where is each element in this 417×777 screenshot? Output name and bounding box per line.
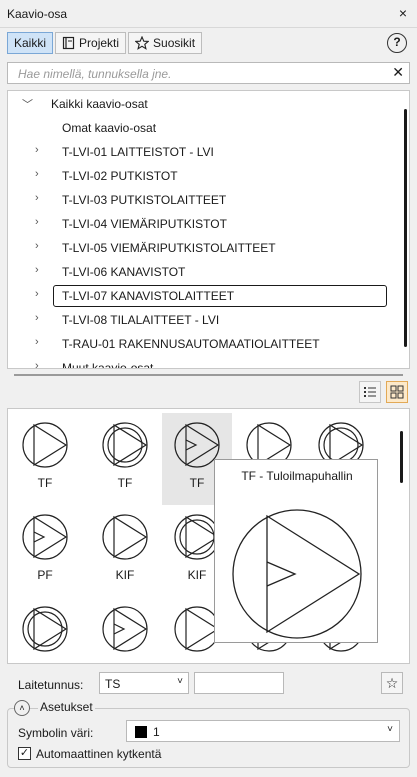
tree-item-label: Muut kaavio-osat — [62, 361, 154, 369]
symbol-tile[interactable]: TF — [10, 413, 80, 505]
fan-symbol-icon — [102, 422, 148, 468]
tree-item-label: Kaikki kaavio-osat — [51, 97, 148, 111]
add-favorite-button[interactable]: ☆ — [381, 672, 403, 694]
tree-item[interactable]: › T-LVI-02 PUTKISTOT — [8, 165, 388, 187]
tree-item-label: T-LVI-08 TILALAITTEET - LVI — [62, 313, 220, 327]
grid-view-icon — [390, 385, 404, 399]
tree-item-label: T-LVI-03 PUTKISTOLAITTEET — [62, 193, 227, 207]
list-view-button[interactable] — [359, 381, 381, 403]
tree-item-label: T-RAU-01 RAKENNUSAUTOMAATIOLAITTEET — [62, 337, 320, 351]
star-icon: ☆ — [385, 675, 399, 691]
tree-item-selected[interactable]: › T-LVI-07 KANAVISTOLAITTEET — [8, 285, 388, 307]
tab-projekti[interactable]: Projekti — [55, 32, 127, 54]
chevron-right-icon[interactable]: › — [35, 264, 45, 276]
grid-view-button[interactable] — [386, 381, 408, 403]
star-icon — [135, 36, 150, 50]
tree-item[interactable]: › T-LVI-03 PUTKISTOLAITTEET — [8, 189, 388, 211]
laitetunnus-select[interactable]: TS ˅ — [99, 672, 189, 694]
fan-symbol-icon — [22, 514, 68, 560]
settings-title: Asetukset — [38, 700, 95, 714]
tab-label: Suosikit — [153, 36, 196, 50]
help-icon[interactable]: ? — [387, 33, 407, 53]
chevron-right-icon[interactable]: › — [35, 192, 45, 204]
tree-item[interactable]: › T-LVI-08 TILALAITTEET - LVI — [8, 309, 388, 331]
category-tree[interactable]: ﹀ Kaikki kaavio-osat Omat kaavio-osat › … — [7, 90, 410, 369]
search-placeholder: Hae nimellä, tunnuksella jne. — [18, 67, 172, 81]
tree-item-own[interactable]: Omat kaavio-osat — [8, 117, 388, 139]
window-title: Kaavio-osa — [7, 7, 68, 21]
chevron-right-icon[interactable]: › — [35, 360, 45, 368]
tab-kaikki[interactable]: Kaikki — [7, 32, 54, 54]
chevron-right-icon[interactable]: › — [35, 312, 45, 324]
fan-symbol-icon — [22, 606, 68, 652]
tree-item[interactable]: › T-LVI-04 VIEMÄRIPUTKISTOT — [8, 213, 388, 235]
fan-symbol-icon — [102, 514, 148, 560]
list-view-icon — [364, 387, 376, 397]
tree-item-label: T-LVI-05 VIEMÄRIPUTKISTOLAITTEET — [62, 241, 276, 255]
symbol-color-value: 1 — [153, 725, 160, 739]
search-input[interactable]: Hae nimellä, tunnuksella jne. ✕ — [7, 62, 410, 84]
fan-symbol-icon — [102, 606, 148, 652]
tree-item-label: T-LVI-02 PUTKISTOT — [62, 169, 178, 183]
chevron-right-icon[interactable]: › — [35, 216, 45, 228]
symbol-name: TF — [37, 476, 53, 490]
auto-connect-checkbox[interactable]: ✓ — [18, 747, 31, 760]
symbol-color-label: Symbolin väri: — [18, 726, 94, 740]
tree-item[interactable]: › T-LVI-01 LAITTEISTOT - LVI — [8, 141, 388, 163]
tree-item-label: T-LVI-01 LAITTEISTOT - LVI — [62, 145, 214, 159]
tree-scrollbar[interactable] — [404, 109, 407, 347]
chevron-down-icon[interactable]: ﹀ — [22, 96, 33, 112]
tab-label: Projekti — [79, 36, 120, 50]
fan-symbol-preview — [232, 509, 362, 639]
symbol-tile[interactable] — [90, 597, 160, 663]
chevron-right-icon[interactable]: › — [35, 168, 45, 180]
pane-splitter[interactable] — [14, 374, 403, 376]
symbol-name: PF — [37, 568, 53, 582]
collapse-settings-icon[interactable]: ˄ — [14, 700, 30, 716]
chevron-down-icon: ˅ — [177, 676, 183, 687]
chevron-right-icon[interactable]: › — [35, 144, 45, 156]
symbols-scrollbar[interactable] — [400, 431, 403, 483]
tree-item-label: T-LVI-06 KANAVISTOT — [62, 265, 186, 279]
symbol-tile[interactable]: PF — [10, 505, 80, 597]
close-icon[interactable]: × — [399, 5, 407, 21]
chevron-right-icon[interactable]: › — [35, 240, 45, 252]
tree-item[interactable]: › T-LVI-06 KANAVISTOT — [8, 261, 388, 283]
tree-item-all[interactable]: ﹀ Kaikki kaavio-osat — [8, 93, 388, 115]
symbol-name: KIF — [115, 568, 135, 582]
tooltip-title: TF - Tuloilmapuhallin — [241, 469, 353, 483]
laitetunnus-label: Laitetunnus: — [18, 678, 84, 692]
chevron-down-icon: ˅ — [387, 724, 393, 735]
auto-connect-label: Automaattinen kytkentä — [36, 747, 162, 761]
title-bar: Kaavio-osa × — [0, 0, 417, 28]
tree-item-label: T-LVI-04 VIEMÄRIPUTKISTOT — [62, 217, 227, 231]
symbol-name: TF — [117, 476, 133, 490]
symbol-tile[interactable]: KIF — [90, 505, 160, 597]
tree-item-label: Omat kaavio-osat — [62, 121, 157, 135]
symbol-tile[interactable]: TF — [90, 413, 160, 505]
symbol-tile[interactable] — [10, 597, 80, 663]
fan-symbol-icon — [22, 422, 68, 468]
symbol-color-select[interactable]: 1 ˅ — [126, 720, 400, 742]
chevron-right-icon[interactable]: › — [35, 288, 45, 300]
tree-item-label: T-LVI-07 KANAVISTOLAITTEET — [62, 289, 235, 303]
symbol-tooltip: TF - Tuloilmapuhallin — [214, 459, 378, 643]
tree-item[interactable]: › T-LVI-05 VIEMÄRIPUTKISTOLAITTEET — [8, 237, 388, 259]
tab-bar: Kaikki Projekti Suosikit — [7, 32, 204, 54]
laitetunnus-number-input[interactable] — [194, 672, 284, 694]
color-swatch — [135, 726, 147, 738]
chevron-right-icon[interactable]: › — [35, 336, 45, 348]
tree-item[interactable]: › Muut kaavio-osat — [8, 357, 388, 369]
tab-suosikit[interactable]: Suosikit — [128, 32, 203, 54]
book-icon — [62, 36, 75, 50]
tree-item[interactable]: › T-RAU-01 RAKENNUSAUTOMAATIOLAITTEET — [8, 333, 388, 355]
tab-label: Kaikki — [14, 36, 47, 50]
clear-search-icon[interactable]: ✕ — [392, 64, 404, 81]
laitetunnus-value: TS — [105, 677, 121, 691]
